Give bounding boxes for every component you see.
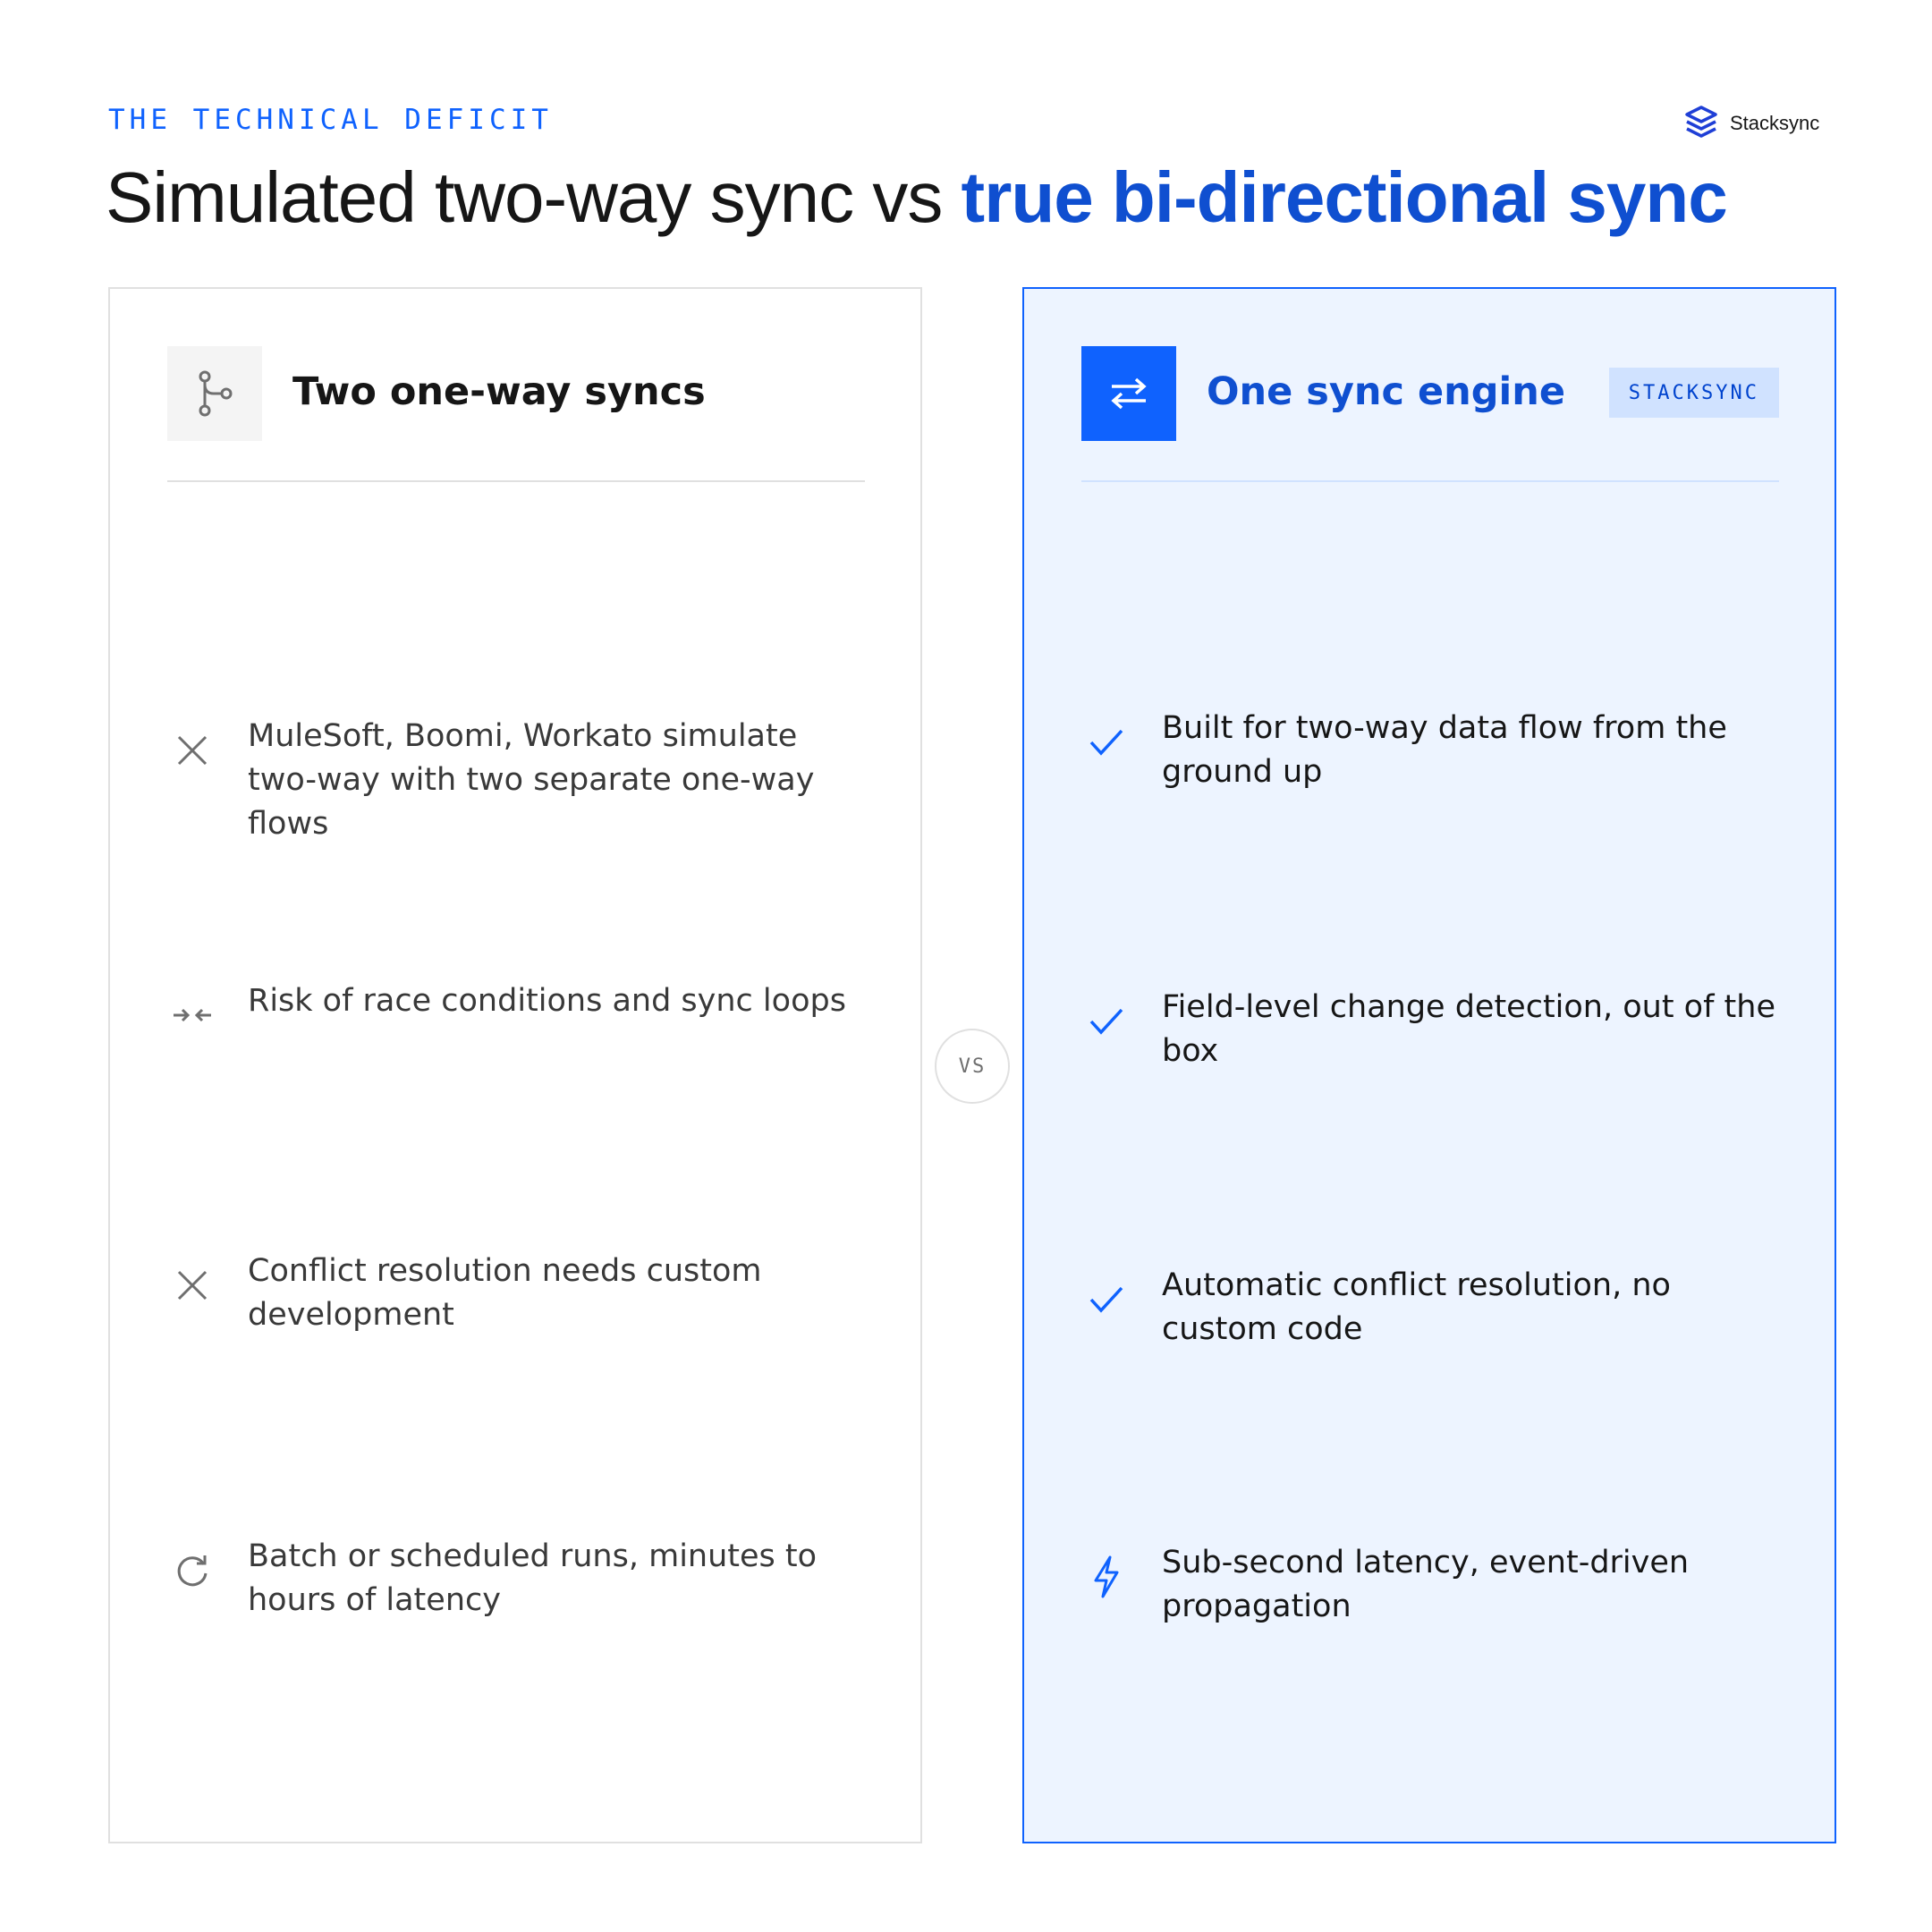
list-item-text: Conflict resolution needs custom develop… [248, 1253, 762, 1333]
list-item-text: Field-level change detection, out of the… [1162, 989, 1775, 1069]
x-icon [167, 725, 217, 775]
check-icon [1081, 1275, 1131, 1325]
branch-icon [167, 346, 262, 441]
converge-arrows-icon [167, 990, 217, 1040]
stacksync-badge: STACKSYNC [1608, 368, 1779, 418]
left-panel-title: Two one-way syncs [292, 369, 706, 414]
stacked-layers-logo-icon [1685, 106, 1717, 138]
lightning-icon [1081, 1552, 1131, 1602]
list-item-text: Built for two-way data flow from the gro… [1162, 710, 1727, 790]
vs-divider: VS [935, 1029, 1010, 1104]
page-title: Simulated two-way sync vs true bi-direct… [106, 157, 1728, 239]
list-item-text: Risk of race conditions and sync loops [248, 983, 846, 1019]
list-item-text: Batch or scheduled runs, minutes to hour… [248, 1538, 818, 1618]
right-comparison-panel: One sync engine STACKSYNC Built for two-… [1022, 287, 1836, 1843]
right-panel-title: One sync engine [1207, 369, 1566, 414]
list-item-text: MuleSoft, Boomi, Workato simulate two-wa… [248, 718, 815, 842]
x-icon [167, 1260, 217, 1310]
list-item-text: Sub-second latency, event-driven propaga… [1162, 1545, 1690, 1624]
right-panel-header: One sync engine STACKSYNC [1081, 346, 1779, 482]
list-item-text: Automatic conflict resolution, no custom… [1162, 1267, 1671, 1347]
refresh-icon [167, 1546, 217, 1596]
brand-logo: Stacksync [1682, 104, 1819, 143]
two-way-arrows-icon [1081, 346, 1176, 441]
page-title-regular: Simulated two-way sync vs [106, 157, 962, 237]
check-icon [1081, 717, 1131, 767]
brand-name: Stacksync [1730, 112, 1820, 134]
eyebrow-label: THE TECHNICAL DEFICIT [108, 104, 553, 136]
check-icon [1081, 996, 1131, 1046]
left-panel-header: Two one-way syncs [167, 346, 865, 482]
page-title-highlight: true bi-directional sync [961, 157, 1728, 237]
left-comparison-panel: Two one-way syncs MuleSoft, Boomi, Worka… [108, 287, 922, 1843]
